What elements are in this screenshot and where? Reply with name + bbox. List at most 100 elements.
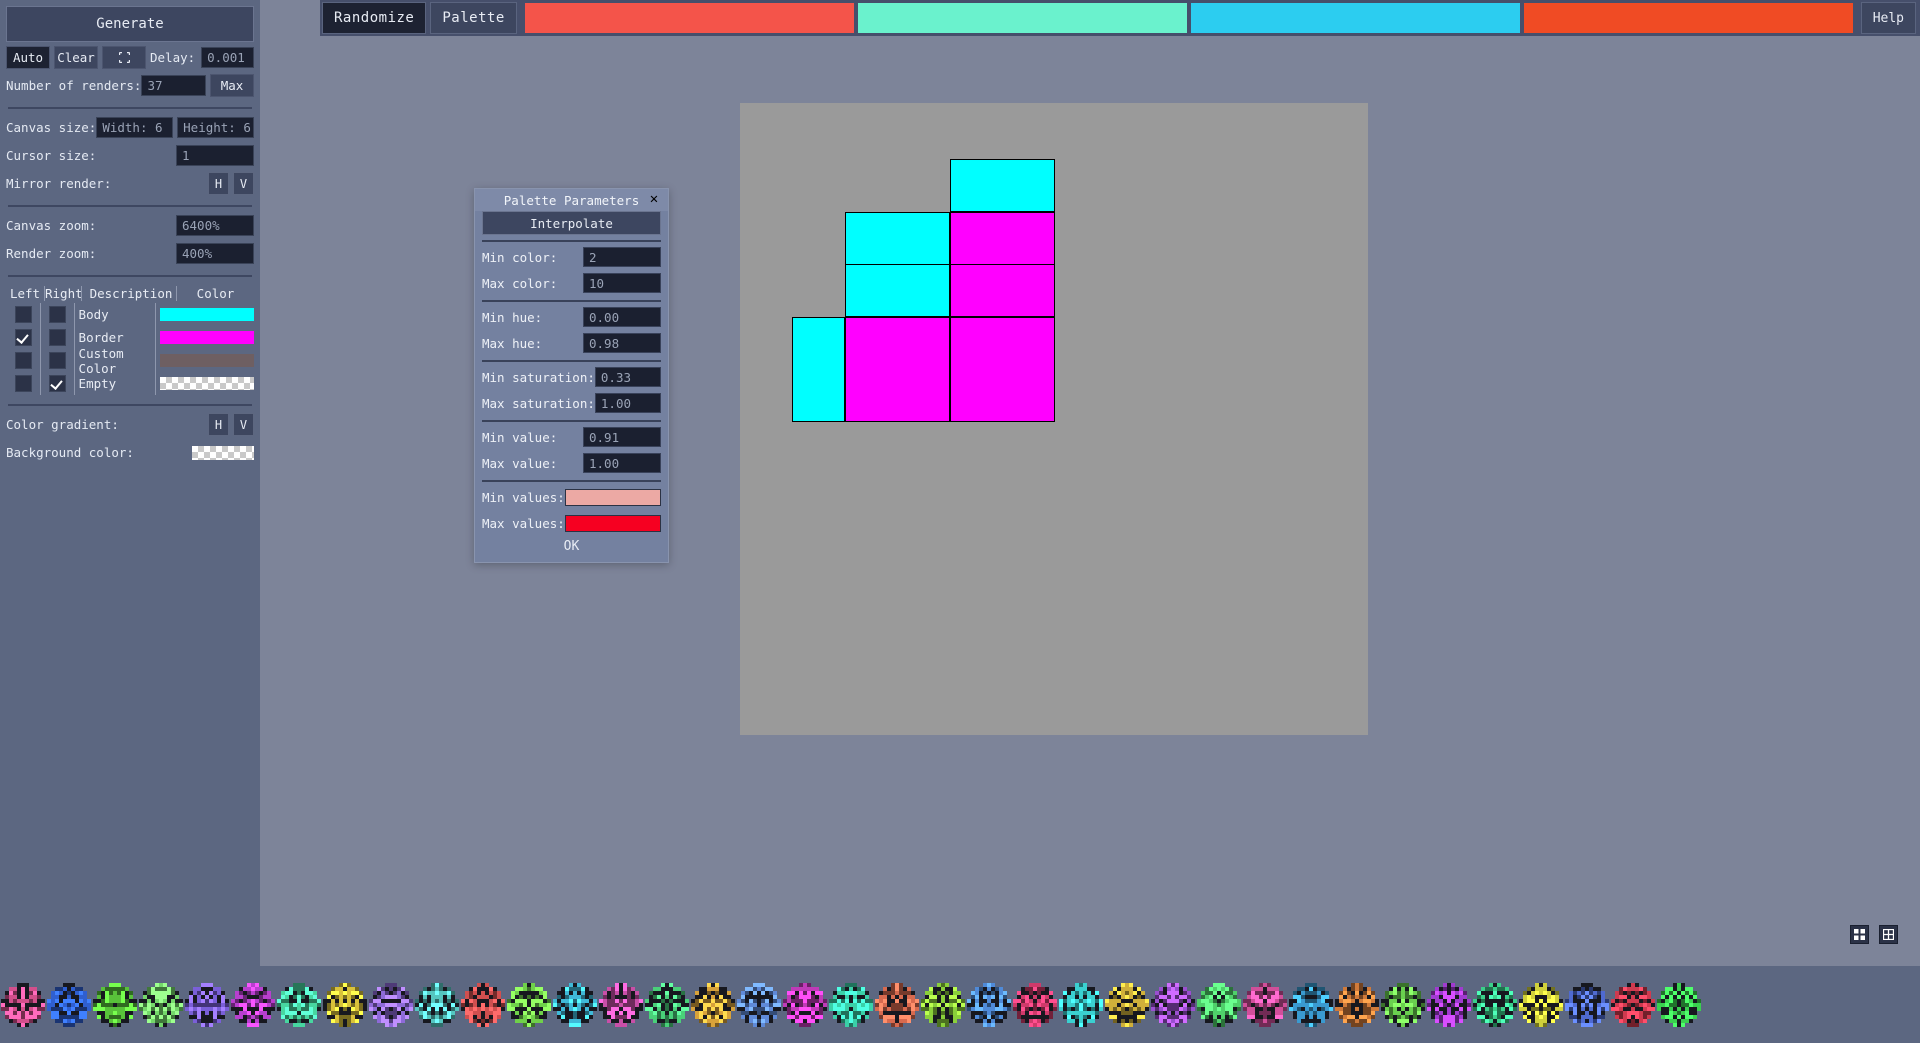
field-input-5[interactable]: 1.00 [595, 393, 661, 413]
row-color-swatch-2[interactable] [160, 354, 254, 367]
right-checkbox-2[interactable] [49, 352, 66, 369]
sprite-thumbnail-3[interactable] [139, 983, 183, 1027]
sprite-thumbnail-26[interactable] [1197, 983, 1241, 1027]
row-color-swatch-0[interactable] [160, 308, 254, 321]
left-checkbox-1[interactable] [15, 329, 32, 346]
sprite-thumbnail-20[interactable] [921, 983, 965, 1027]
canvas-cell-4[interactable] [845, 317, 950, 422]
left-checkbox-3[interactable] [15, 375, 32, 392]
interpolate-button[interactable]: Interpolate [482, 211, 661, 235]
sprite-thumbnail-33[interactable] [1519, 983, 1563, 1027]
sprite-thumbnail-35[interactable] [1611, 983, 1655, 1027]
canvas-cell-7[interactable] [950, 264, 1055, 317]
canvas-cell-0[interactable] [950, 159, 1055, 212]
grid-window-icon[interactable] [1879, 925, 1898, 944]
sprite-thumbnail-7[interactable] [323, 983, 367, 1027]
sprite-thumbnail-32[interactable] [1473, 983, 1517, 1027]
field-input-3[interactable]: 0.98 [583, 333, 661, 353]
row-color-cell [155, 326, 254, 349]
color-table: Left Right Description Color BodyBorderC… [6, 283, 254, 395]
field-input-1[interactable]: 10 [583, 273, 661, 293]
generate-button[interactable]: Generate [6, 6, 254, 42]
palette-swatch-0[interactable] [525, 3, 854, 33]
cursor-size-input[interactable]: 1 [176, 145, 254, 166]
delay-input[interactable]: 0.001 [201, 47, 254, 68]
gradient-horizontal-button[interactable]: H [208, 413, 229, 436]
sprite-thumbnail-12[interactable] [553, 983, 597, 1027]
left-checkbox-2[interactable] [15, 352, 32, 369]
mirror-vertical-button[interactable]: V [233, 172, 254, 195]
sprite-thumbnail-23[interactable] [1059, 983, 1103, 1027]
palette-swatch-3[interactable] [1524, 3, 1853, 33]
column-header-color: Color [176, 286, 254, 301]
background-color-swatch[interactable] [192, 446, 254, 460]
crop-icon[interactable] [102, 46, 146, 69]
right-checkbox-3[interactable] [49, 375, 66, 392]
auto-button[interactable]: Auto [6, 46, 50, 69]
ok-button[interactable]: OK [482, 535, 661, 557]
canvas-height-input[interactable]: Height: 6 [177, 117, 254, 138]
render-zoom-label: Render zoom: [6, 246, 96, 261]
render-zoom-input[interactable]: 400% [176, 243, 254, 264]
sprite-thumbnail-30[interactable] [1381, 983, 1425, 1027]
sprite-thumbnail-31[interactable] [1427, 983, 1471, 1027]
sprite-thumbnail-28[interactable] [1289, 983, 1333, 1027]
sprite-thumbnail-4[interactable] [185, 983, 229, 1027]
palette-button[interactable]: Palette [430, 2, 517, 34]
gradient-vertical-button[interactable]: V [233, 413, 254, 436]
palette-swatch-1[interactable] [858, 3, 1187, 33]
canvas-width-input[interactable]: Width: 6 [96, 117, 173, 138]
mirror-horizontal-button[interactable]: H [208, 172, 229, 195]
sprite-thumbnail-19[interactable] [875, 983, 919, 1027]
left-checkbox-0[interactable] [15, 306, 32, 323]
sprite-thumbnail-15[interactable] [691, 983, 735, 1027]
sprite-thumbnail-18[interactable] [829, 983, 873, 1027]
canvas-cell-5[interactable] [950, 317, 1055, 422]
help-button[interactable]: Help [1861, 2, 1916, 34]
sprite-thumbnail-22[interactable] [1013, 983, 1057, 1027]
divider-3 [8, 275, 252, 277]
sprite-thumbnail-2[interactable] [93, 983, 137, 1027]
canvas-zoom-input[interactable]: 6400% [176, 215, 254, 236]
sprite-thumbnail-10[interactable] [461, 983, 505, 1027]
right-checkbox-0[interactable] [49, 306, 66, 323]
field-input-2[interactable]: 0.00 [583, 307, 661, 327]
sprite-thumbnail-36[interactable] [1657, 983, 1701, 1027]
row-color-swatch-1[interactable] [160, 331, 254, 344]
sprite-thumbnail-13[interactable] [599, 983, 643, 1027]
sprite-thumbnail-11[interactable] [507, 983, 551, 1027]
min-values-color-bar[interactable] [565, 489, 661, 506]
sprite-thumbnail-27[interactable] [1243, 983, 1287, 1027]
sprite-thumbnail-0[interactable] [1, 983, 45, 1027]
sprite-thumbnail-17[interactable] [783, 983, 827, 1027]
palette-swatch-2[interactable] [1191, 3, 1520, 33]
sprite-thumbnail-24[interactable] [1105, 983, 1149, 1027]
canvas-cell-6[interactable] [845, 264, 950, 317]
randomize-button[interactable]: Randomize [322, 2, 426, 34]
sprite-thumbnail-6[interactable] [277, 983, 321, 1027]
field-input-7[interactable]: 1.00 [583, 453, 661, 473]
sprite-thumbnail-21[interactable] [967, 983, 1011, 1027]
renders-input[interactable]: 37 [141, 75, 206, 96]
sprite-thumbnail-16[interactable] [737, 983, 781, 1027]
max-values-color-bar[interactable] [565, 515, 661, 532]
sprite-thumbnail-8[interactable] [369, 983, 413, 1027]
field-input-6[interactable]: 0.91 [583, 427, 661, 447]
sprite-thumbnail-29[interactable] [1335, 983, 1379, 1027]
sprite-thumbnail-14[interactable] [645, 983, 689, 1027]
sprite-thumbnail-1[interactable] [47, 983, 91, 1027]
canvas-cell-3[interactable] [792, 317, 845, 422]
close-icon[interactable]: ✕ [647, 192, 661, 206]
row-color-swatch-3[interactable] [160, 377, 254, 390]
right-checkbox-1[interactable] [49, 329, 66, 346]
field-input-0[interactable]: 2 [583, 247, 661, 267]
sprite-thumbnail-34[interactable] [1565, 983, 1609, 1027]
sprite-thumbnail-9[interactable] [415, 983, 459, 1027]
clear-button[interactable]: Clear [54, 46, 98, 69]
sprite-thumbnail-5[interactable] [231, 983, 275, 1027]
sprite-thumbnail-25[interactable] [1151, 983, 1195, 1027]
grid-four-icon[interactable] [1850, 925, 1869, 944]
max-renders-button[interactable]: Max [210, 74, 254, 97]
field-input-4[interactable]: 0.33 [595, 367, 661, 387]
pixel-canvas[interactable] [740, 103, 1368, 735]
